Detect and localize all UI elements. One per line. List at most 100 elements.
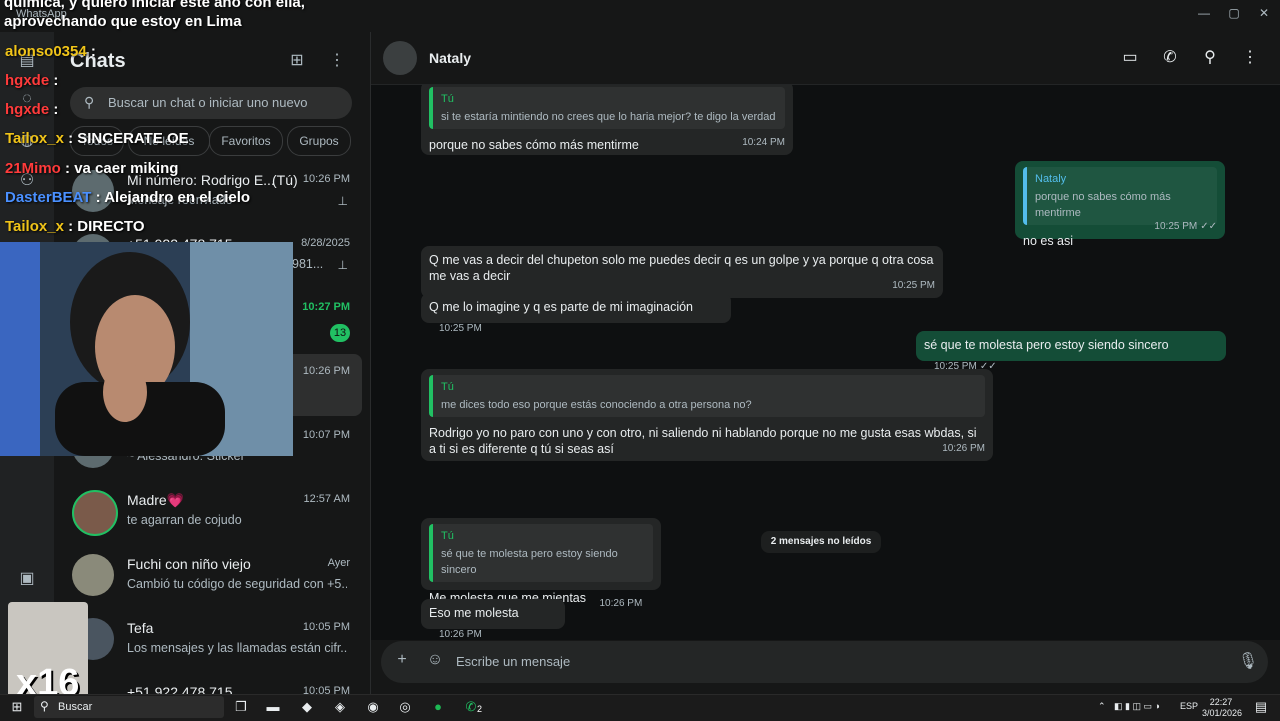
chat-time: 10:05 PM	[302, 621, 350, 633]
quote-author: Tú	[441, 530, 454, 542]
quoted-message[interactable]: Tú si te estaría mintiendo no crees que …	[429, 87, 785, 129]
language-indicator[interactable]: ESP	[1180, 701, 1198, 711]
contact-name[interactable]: Nataly	[429, 50, 471, 66]
message-outgoing[interactable]: sé que te molesta pero estoy siendo sinc…	[916, 331, 1226, 372]
start-icon[interactable]: ⊞	[8, 699, 26, 715]
microphone-icon[interactable]: 🎙	[1237, 651, 1259, 673]
attach-plus-icon[interactable]: +	[391, 651, 413, 673]
file-explorer-icon[interactable]: ▬	[264, 699, 282, 714]
chat-time: 10:27 PM	[302, 301, 350, 313]
notifications-icon[interactable]: ▤	[1252, 699, 1270, 715]
app-icon[interactable]: ◈	[331, 699, 349, 715]
chat-time: 10:26 PM	[302, 365, 350, 377]
conversation-panel: Nataly ▭ ✆ ⚲ ⋮ Tú si te estaría mintiend…	[371, 32, 1280, 694]
tray-icons[interactable]: ◧ ▮ ◫ ▭ ◑	[1114, 701, 1160, 712]
chat-preview: Cambió tu código de seguridad con +5...	[127, 577, 347, 591]
chat-name: Fuchi con niño viejo	[127, 556, 251, 572]
message-incoming[interactable]: Q me lo imagine y q es parte de mi imagi…	[421, 293, 731, 334]
chat-preview: te agarran de cojudo	[127, 513, 242, 527]
chat-item[interactable]: Tefa 10:05 PM Los mensajes y las llamada…	[62, 610, 362, 672]
chat-item[interactable]: Fuchi con niño viejo Ayer Cambió tu códi…	[62, 546, 362, 608]
message-composer[interactable]: + ☺ Escribe un mensaje 🎙	[381, 641, 1268, 683]
chat-time: Ayer	[327, 557, 350, 569]
quote-text: me dices todo eso porque estás conociend…	[441, 399, 752, 411]
message-time: 10:25 PM ✓✓	[1154, 221, 1217, 232]
search-icon: ⚲	[40, 699, 49, 713]
message-incoming[interactable]: Tú me dices todo eso porque estás conoci…	[421, 369, 993, 461]
close-button[interactable]: ✕	[1256, 6, 1272, 20]
quoted-message[interactable]: Nataly porque no sabes cómo más mentirme	[1023, 167, 1217, 225]
quoted-message[interactable]: Tú me dices todo eso porque estás conoci…	[429, 375, 985, 417]
menu-icon[interactable]: ⋮	[326, 50, 348, 72]
media-icon[interactable]: ▣	[17, 568, 37, 588]
stream-chat-line: Tailox_x : DIRECTO	[5, 218, 145, 235]
menu-icon[interactable]: ⋮	[1239, 47, 1261, 69]
clock-time[interactable]: 22:27	[1204, 697, 1238, 707]
chat-item[interactable]: +51 922 478 715 10:05 PM	[62, 674, 362, 694]
avatar	[72, 554, 114, 596]
stream-chat-line: alonso0354 :	[5, 43, 96, 60]
webcam-image	[0, 242, 293, 456]
stream-caption: aprovechando que estoy en Lima	[4, 13, 242, 30]
chat-time: 8/28/2025	[301, 237, 350, 249]
message-incoming[interactable]: Tú si te estaría mintiendo no crees que …	[421, 85, 793, 155]
message-incoming[interactable]: Q me vas a decir del chupeton solo me pu…	[421, 246, 943, 298]
message-outgoing[interactable]: Nataly porque no sabes cómo más mentirme…	[1015, 161, 1225, 248]
taskbar-search[interactable]: ⚲ Buscar	[34, 696, 224, 718]
contact-avatar[interactable]	[383, 41, 417, 75]
message-text: sé que te molesta pero estoy siendo sinc…	[924, 338, 1169, 352]
unread-badge: 13	[330, 324, 350, 342]
chat-time: 10:07 PM	[302, 429, 350, 441]
video-call-icon[interactable]: ▭	[1119, 47, 1141, 69]
voice-call-icon[interactable]: ✆	[1159, 47, 1181, 69]
tray-chevron-icon[interactable]: ⌃	[1098, 701, 1106, 712]
chat-time: 10:05 PM	[302, 685, 350, 694]
chat-item[interactable]: Madre💗 12:57 AM te agarran de cojudo	[62, 482, 362, 544]
task-view-icon[interactable]: ❐	[232, 699, 250, 715]
quote-text: si te estaría mintiendo no crees que lo …	[441, 111, 776, 123]
message-text: Q me lo imagine y q es parte de mi imagi…	[429, 300, 694, 314]
chat-name: Tefa	[127, 620, 154, 636]
unread-divider: 2 mensajes no leídos	[761, 531, 881, 553]
quote-author: Nataly	[1035, 173, 1067, 185]
chat-preview: 981...	[292, 257, 324, 271]
stream-chat-line: 21Mimo : va caer miking	[5, 160, 179, 177]
quoted-message[interactable]: Tú sé que te molesta pero estoy siendo s…	[429, 524, 653, 582]
message-incoming[interactable]: Eso me molesta 10:26 PM	[421, 599, 565, 640]
message-time: 10:26 PM	[599, 598, 643, 609]
clock-date[interactable]: 3/01/2026	[1202, 708, 1242, 718]
spotify-icon[interactable]: ●	[429, 699, 447, 714]
obs-icon[interactable]: ◎	[396, 699, 414, 715]
composer-placeholder: Escribe un mensaje	[456, 654, 571, 669]
message-text: no es asi	[1023, 234, 1074, 248]
read-check-icon: ✓✓	[1200, 221, 1217, 232]
app-icon[interactable]: ◆	[298, 699, 316, 715]
message-incoming[interactable]: Tú sé que te molesta pero estoy siendo s…	[421, 518, 661, 609]
quote-author: Tú	[441, 93, 454, 105]
maximize-button[interactable]: ▢	[1226, 6, 1242, 20]
message-text: Rodrigo yo no paro con uno y con otro, n…	[429, 426, 977, 456]
quote-text: porque no sabes cómo más mentirme	[1035, 191, 1171, 219]
search-placeholder: Buscar un chat o iniciar uno nuevo	[108, 95, 308, 110]
chrome-icon[interactable]: ◉	[364, 699, 382, 715]
stream-chat-line: hgxde :	[5, 72, 59, 89]
message-text: Eso me molesta	[429, 606, 519, 620]
filter-groups[interactable]: Grupos	[287, 126, 351, 156]
chat-name: +51 922 478 715	[127, 684, 233, 694]
search-icon: ⚲	[84, 94, 95, 110]
message-time: 10:26 PM	[942, 443, 985, 454]
chat-name: Madre💗	[127, 492, 185, 508]
chat-time: 12:57 AM	[303, 493, 350, 505]
self-tag: (Tú)	[272, 172, 298, 188]
new-chat-icon[interactable]: ⊞	[286, 50, 308, 72]
minimize-button[interactable]: —	[1196, 6, 1212, 20]
emoji-icon[interactable]: ☺	[424, 651, 446, 673]
message-list: Tú si te estaría mintiendo no crees que …	[371, 85, 1280, 640]
message-time: 10:24 PM	[742, 137, 785, 148]
chat-preview: Los mensajes y las llamadas están cifr..…	[127, 641, 347, 655]
search-input[interactable]: ⚲ Buscar un chat o iniciar uno nuevo	[70, 87, 352, 119]
stream-chat-line: DasterBEAT : Alejandro en el cielo	[5, 189, 251, 206]
search-icon[interactable]: ⚲	[1199, 47, 1221, 69]
message-time: 10:25 PM	[892, 280, 935, 291]
filter-favorites[interactable]: Favoritos	[209, 126, 283, 156]
